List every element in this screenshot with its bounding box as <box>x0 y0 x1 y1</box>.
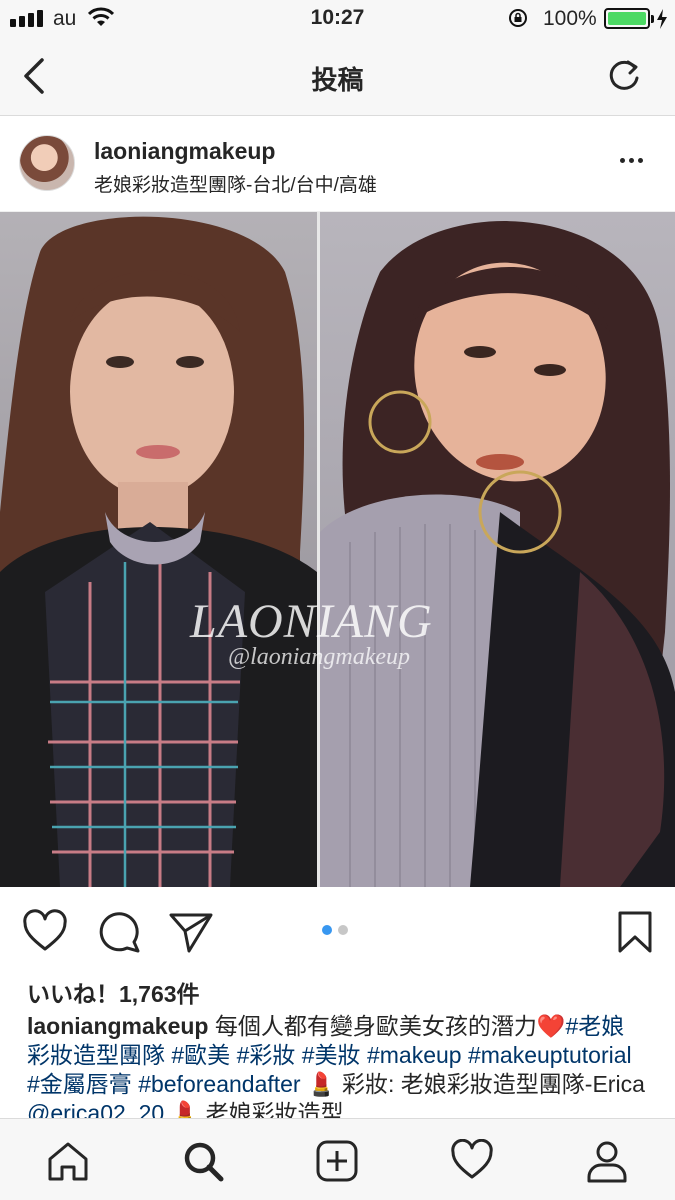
hashtag[interactable]: #beforeandafter <box>138 1071 300 1097</box>
post-caption: laoniangmakeup 每個人都有變身歐美女孩的潛力❤️#老娘彩妝造型團隊… <box>27 1012 647 1118</box>
add-post-icon[interactable] <box>315 1139 359 1183</box>
post-location[interactable]: 老娘彩妝造型團隊-台北/台中/高雄 <box>94 170 377 197</box>
carousel-dot <box>338 925 348 935</box>
lipstick-emoji: 💄 <box>170 1100 200 1118</box>
comment-icon[interactable] <box>96 909 142 955</box>
home-icon[interactable] <box>46 1139 90 1183</box>
watermark-handle: @laoniangmakeup <box>228 644 411 670</box>
orientation-lock-icon <box>509 9 527 27</box>
hashtag[interactable]: #makeup <box>367 1042 462 1068</box>
activity-heart-icon[interactable] <box>450 1139 494 1183</box>
lipstick-emoji: 💄 <box>306 1071 336 1097</box>
hashtag[interactable]: #金屬唇膏 <box>27 1071 132 1097</box>
like-count[interactable]: いいね！1,763件 <box>27 975 200 1009</box>
caption-username[interactable]: laoniangmakeup <box>27 1013 208 1039</box>
battery-percent: 100% <box>543 7 597 30</box>
like-heart-icon[interactable] <box>22 909 68 955</box>
user-mention[interactable]: @erica02_20 <box>27 1100 164 1118</box>
caption-text: 彩妝: <box>335 1071 395 1097</box>
caption-text: 老娘彩妝造型團隊-Erica <box>400 1071 645 1097</box>
refresh-icon[interactable] <box>604 54 644 94</box>
avatar[interactable] <box>19 135 75 191</box>
share-send-icon[interactable] <box>168 909 214 955</box>
carousel-dot <box>322 925 332 935</box>
after-photo <box>320 212 675 887</box>
navigation-bar: 投稿 <box>0 38 675 116</box>
search-icon[interactable] <box>181 1139 225 1183</box>
watermark-brand: LAONIANG <box>190 595 433 648</box>
hashtag[interactable]: #歐美 <box>171 1042 230 1068</box>
before-photo <box>0 212 317 887</box>
hashtag[interactable]: #彩妝 <box>237 1042 296 1068</box>
instagram-post-screen: au 10:27 100% 投稿 laoniangmakeup 老娘彩妝造型團隊… <box>0 0 675 1200</box>
battery-icon <box>604 8 654 29</box>
caption-text: 每個人都有變身歐美女孩的潛力 <box>208 1013 537 1039</box>
bookmark-icon[interactable] <box>612 909 658 955</box>
bottom-tab-bar <box>0 1118 675 1200</box>
post-actions <box>0 887 675 977</box>
page-title: 投稿 <box>311 65 364 95</box>
charging-bolt-icon <box>657 9 667 29</box>
profile-icon[interactable] <box>585 1139 629 1183</box>
before-portrait-illustration <box>0 216 317 887</box>
hashtag[interactable]: #美妝 <box>302 1042 361 1068</box>
post-username[interactable]: laoniangmakeup <box>94 138 275 165</box>
status-bar: au 10:27 100% <box>0 0 675 38</box>
heart-emoji: ❤️ <box>536 1013 566 1039</box>
after-portrait-illustration <box>320 221 675 887</box>
caption-text: 老娘彩妝造型 <box>199 1100 344 1118</box>
hashtag[interactable]: #makeuptutorial <box>468 1042 632 1068</box>
post-header: laoniangmakeup 老娘彩妝造型團隊-台北/台中/高雄 <box>0 116 675 212</box>
post-photo[interactable]: LAONIANG @laoniangmakeup <box>0 212 675 887</box>
more-options-icon[interactable] <box>620 158 643 163</box>
carousel-indicator <box>322 925 348 935</box>
